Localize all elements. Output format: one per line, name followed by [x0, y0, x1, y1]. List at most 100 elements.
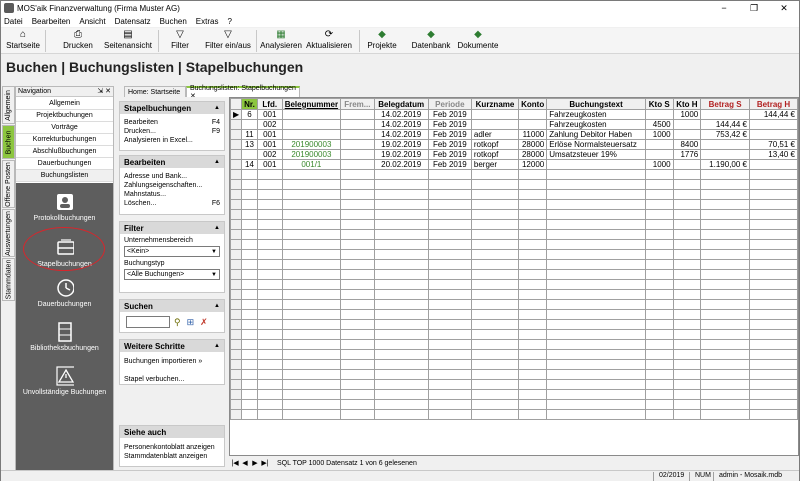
grid-cell[interactable] [518, 349, 548, 360]
grid-cell[interactable] [672, 309, 702, 320]
minimize-button[interactable]: − [709, 1, 739, 15]
grid-cell[interactable] [256, 269, 283, 280]
grid-cell[interactable] [373, 329, 429, 340]
task-zahlungseigenschaften[interactable]: Zahlungseigenschaften... [120, 181, 224, 190]
grid-cell[interactable]: 201900003 [281, 139, 342, 150]
grid-cell[interactable]: 001 [256, 129, 283, 140]
unternehmensbereich-select[interactable]: <Kein> ▼ [124, 246, 220, 257]
grid-cell[interactable] [281, 299, 342, 310]
row-selector[interactable] [230, 149, 243, 160]
grid-cell[interactable]: berger [470, 159, 520, 170]
grid-cell[interactable]: 4500 [644, 119, 674, 130]
empty-row[interactable] [230, 319, 798, 330]
grid-cell[interactable] [281, 339, 342, 350]
grid-cell[interactable] [700, 369, 750, 380]
grid-cell[interactable] [672, 249, 702, 260]
grid-cell[interactable] [672, 119, 702, 130]
grid-cell[interactable]: 28000 [518, 149, 548, 160]
grid-cell[interactable]: Fahrzeugkosten [546, 109, 646, 120]
grid-cell[interactable] [427, 249, 472, 260]
grid-cell[interactable] [427, 359, 472, 370]
grid-cell[interactable] [644, 199, 674, 210]
grid-cell[interactable]: 001 [256, 109, 283, 120]
grid-cell[interactable] [700, 229, 750, 240]
grid-cell[interactable] [373, 309, 429, 320]
row-selector-header[interactable] [230, 98, 243, 110]
grid-cell[interactable] [340, 209, 375, 220]
grid-cell[interactable] [281, 379, 342, 390]
grid-cell[interactable] [340, 379, 375, 390]
protokollbuchungen-button[interactable]: Protokollbuchungen [16, 193, 113, 222]
grid-cell[interactable] [700, 399, 750, 410]
grid-cell[interactable]: 002 [256, 119, 283, 130]
grid-cell[interactable] [373, 299, 429, 310]
grid-cell[interactable] [546, 409, 646, 420]
grid-cell[interactable]: 70,51 € [748, 139, 798, 150]
grid-cell[interactable] [644, 219, 674, 230]
grid-cell[interactable]: 1000 [644, 129, 674, 140]
grid-cell[interactable] [256, 239, 283, 250]
grid-cell[interactable]: Feb 2019 [427, 149, 472, 160]
grid-cell[interactable] [644, 409, 674, 420]
grid-cell[interactable] [373, 249, 429, 260]
empty-row[interactable] [230, 199, 798, 210]
grid-cell[interactable] [518, 219, 548, 230]
grid-cell[interactable] [281, 349, 342, 360]
grid-cell[interactable]: Feb 2019 [427, 119, 472, 130]
projekte-button[interactable]: ◆ Projekte [367, 28, 397, 54]
grid-cell[interactable] [672, 379, 702, 390]
grid-cell[interactable] [256, 229, 283, 240]
grid-cell[interactable] [281, 269, 342, 280]
task-personenkontoblatt[interactable]: Personenkontoblatt anzeigen [120, 443, 224, 452]
grid-cell[interactable] [644, 209, 674, 220]
grid-cell[interactable] [470, 199, 520, 210]
grid-cell[interactable] [427, 409, 472, 420]
section-bearbeiten-header[interactable]: Bearbeiten ▲ [120, 156, 224, 168]
grid-cell[interactable] [748, 349, 798, 360]
row-selector[interactable] [230, 399, 243, 410]
grid-cell[interactable] [748, 399, 798, 410]
grid-cell[interactable]: 12000 [518, 159, 548, 170]
grid-cell[interactable] [644, 249, 674, 260]
grid-cell[interactable] [672, 269, 702, 280]
grid-cell[interactable]: 14.02.2019 [373, 119, 429, 130]
grid-cell[interactable] [241, 169, 258, 180]
grid-cell[interactable] [644, 239, 674, 250]
grid-cell[interactable] [281, 199, 342, 210]
row-selector[interactable] [230, 279, 243, 290]
grid-cell[interactable] [700, 279, 750, 290]
grid-cell[interactable] [256, 389, 283, 400]
startseite-button[interactable]: ⌂ Startseite [6, 28, 40, 54]
tab-stapelbuchungen[interactable]: Buchungslisten: Stapelbuchungen ✕ [186, 85, 300, 100]
grid-cell[interactable] [427, 399, 472, 410]
grid-cell[interactable] [281, 279, 342, 290]
grid-cell[interactable] [241, 259, 258, 270]
grid-cell[interactable]: 19.02.2019 [373, 139, 429, 150]
grid-cell[interactable] [241, 209, 258, 220]
grid-cell[interactable] [518, 389, 548, 400]
empty-row[interactable] [230, 309, 798, 320]
nav-item-projektbuchungen[interactable]: Projektbuchungen [16, 110, 113, 122]
grid-cell[interactable]: 144,44 € [748, 109, 798, 120]
drucken-button[interactable]: ⎙ Drucken [61, 28, 95, 54]
grid-cell[interactable] [748, 229, 798, 240]
grid-cell[interactable] [470, 259, 520, 270]
grid-cell[interactable] [644, 179, 674, 190]
grid-cell[interactable] [672, 329, 702, 340]
vtab-buchen[interactable]: Buchen [2, 125, 15, 159]
grid-cell[interactable] [241, 379, 258, 390]
grid-cell[interactable] [340, 359, 375, 370]
row-selector[interactable] [230, 319, 243, 330]
grid-cell[interactable] [518, 169, 548, 180]
grid-cell[interactable] [281, 219, 342, 230]
grid-cell[interactable] [518, 319, 548, 330]
grid-cell[interactable] [470, 369, 520, 380]
grid-cell[interactable] [340, 279, 375, 290]
task-stammdatenblatt[interactable]: Stammdatenblatt anzeigen [120, 452, 224, 461]
grid-cell[interactable] [644, 269, 674, 280]
grid-cell[interactable] [546, 359, 646, 370]
row-selector[interactable] [230, 269, 243, 280]
grid-cell[interactable] [672, 179, 702, 190]
grid-cell[interactable] [340, 249, 375, 260]
grid-cell[interactable] [518, 239, 548, 250]
